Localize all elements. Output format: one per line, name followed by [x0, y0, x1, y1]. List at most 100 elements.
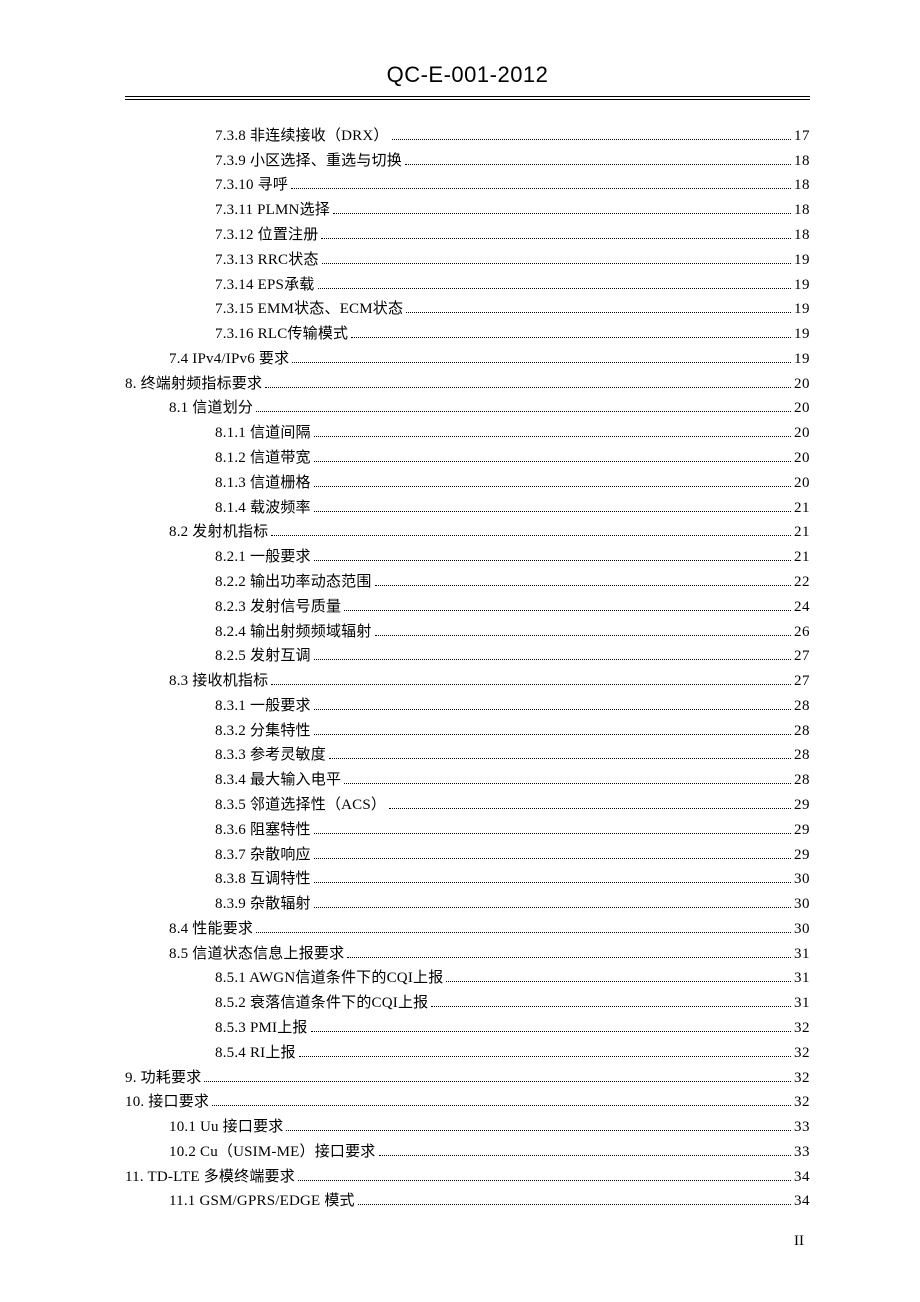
toc-entry: 8.3.3 参考灵敏度 28 — [215, 744, 810, 769]
toc-leader-dots — [344, 610, 791, 611]
toc-entry: 8.3.6 阻塞特性29 — [215, 818, 810, 843]
toc-entry-label: 8.1.2 信道带宽 — [215, 451, 311, 466]
toc-entry-label: 7.3.11 PLMN选择 — [215, 203, 330, 218]
toc-leader-dots — [314, 659, 791, 660]
toc-leader-dots — [321, 238, 791, 239]
toc-entry-page: 19 — [794, 302, 810, 317]
toc-entry: 8.5.4 RI上报32 — [215, 1041, 810, 1066]
toc-entry-page: 21 — [794, 525, 810, 540]
toc-leader-dots — [256, 932, 791, 933]
toc-entry-label: 10. 接口要求 — [125, 1095, 209, 1110]
toc-leader-dots — [379, 1155, 791, 1156]
toc-entry-label: 8.1.3 信道栅格 — [215, 476, 311, 491]
toc-entry: 8.1.1 信道间隔20 — [215, 421, 810, 446]
toc-leader-dots — [446, 981, 791, 982]
toc-leader-dots — [333, 213, 791, 214]
toc-entry-page: 19 — [794, 352, 810, 367]
toc-entry-page: 21 — [794, 550, 810, 565]
toc-entry: 8.3.1 一般要求 28 — [215, 694, 810, 719]
toc-leader-dots — [322, 263, 791, 264]
toc-entry-label: 8. 终端射频指标要求 — [125, 377, 262, 392]
toc-leader-dots — [314, 436, 791, 437]
toc-entry-page: 30 — [794, 922, 810, 937]
toc-entry: 7.3.15 EMM状态、ECM状态 19 — [215, 297, 810, 322]
toc-entry-page: 20 — [794, 476, 810, 491]
toc-entry: 9. 功耗要求32 — [125, 1066, 810, 1091]
toc-entry-page: 20 — [794, 377, 810, 392]
toc-entry: 7.3.12 位置注册18 — [215, 223, 810, 248]
toc-entry-page: 29 — [794, 823, 810, 838]
toc-entry-label: 7.3.15 EMM状态、ECM状态 — [215, 302, 403, 317]
toc-entry-page: 20 — [794, 401, 810, 416]
toc-entry: 8.3.5 邻道选择性（ACS）29 — [215, 793, 810, 818]
toc-entry-page: 20 — [794, 451, 810, 466]
toc-entry: 8.5 信道状态信息上报要求31 — [169, 942, 810, 967]
toc-entry-page: 33 — [794, 1145, 810, 1160]
toc-entry-label: 7.4 IPv4/IPv6 要求 — [169, 352, 289, 367]
toc-entry-page: 28 — [794, 699, 810, 714]
toc-leader-dots — [271, 684, 791, 685]
toc-entry-label: 8.5.1 AWGN信道条件下的CQI上报 — [215, 971, 443, 986]
toc-entry-page: 18 — [794, 228, 810, 243]
toc-leader-dots — [314, 709, 791, 710]
toc-entry-label: 7.3.16 RLC传输模式 — [215, 327, 348, 342]
toc-leader-dots — [389, 808, 791, 809]
document-header: QC-E-001-2012 — [125, 62, 810, 94]
toc-entry-page: 19 — [794, 278, 810, 293]
toc-entry-page: 18 — [794, 178, 810, 193]
toc-entry: 7.3.9 小区选择、重选与切换18 — [215, 149, 810, 174]
toc-entry-page: 26 — [794, 625, 810, 640]
toc-entry: 8.1.2 信道带宽 20 — [215, 446, 810, 471]
toc-entry-label: 7.3.10 寻呼 — [215, 178, 288, 193]
toc-entry-label: 8.1.4 载波频率 — [215, 501, 311, 516]
toc-entry-label: 7.3.14 EPS承载 — [215, 278, 315, 293]
toc-entry: 10.2 Cu（USIM-ME）接口要求33 — [169, 1140, 810, 1165]
toc-entry-label: 8.5 信道状态信息上报要求 — [169, 947, 344, 962]
page-number: II — [794, 1233, 804, 1250]
toc-entry: 8.3.4 最大输入电平28 — [215, 768, 810, 793]
toc-entry-page: 28 — [794, 748, 810, 763]
toc-entry: 7.3.8 非连续接收（DRX）17 — [215, 124, 810, 149]
toc-entry-label: 8.3.1 一般要求 — [215, 699, 311, 714]
toc-entry: 8.5.2 衰落信道条件下的CQI上报31 — [215, 991, 810, 1016]
toc-entry-label: 11. TD-LTE 多模终端要求 — [125, 1170, 295, 1185]
toc-leader-dots — [271, 535, 791, 536]
toc-entry: 7.3.11 PLMN选择18 — [215, 198, 810, 223]
toc-entry: 11. TD-LTE 多模终端要求34 — [125, 1165, 810, 1190]
toc-leader-dots — [318, 288, 792, 289]
toc-entry-page: 27 — [794, 649, 810, 664]
toc-leader-dots — [431, 1006, 791, 1007]
toc-entry-page: 29 — [794, 848, 810, 863]
toc-leader-dots — [314, 833, 791, 834]
toc-entry-page: 18 — [794, 154, 810, 169]
toc-entry-label: 8.2.1 一般要求 — [215, 550, 311, 565]
toc-entry-page: 28 — [794, 724, 810, 739]
toc-entry: 8.1.4 载波频率21 — [215, 496, 810, 521]
toc-leader-dots — [212, 1105, 791, 1106]
toc-entry-label: 8.3.5 邻道选择性（ACS） — [215, 798, 386, 813]
toc-entry-page: 32 — [794, 1095, 810, 1110]
toc-entry-label: 8.2.4 输出射频频域辐射 — [215, 625, 372, 640]
toc-entry-page: 32 — [794, 1021, 810, 1036]
toc-entry-page: 32 — [794, 1071, 810, 1086]
toc-leader-dots — [204, 1081, 791, 1082]
toc-entry: 7.3.13 RRC状态19 — [215, 248, 810, 273]
toc-entry-page: 30 — [794, 897, 810, 912]
toc-entry: 7.3.16 RLC传输模式19 — [215, 322, 810, 347]
toc-leader-dots — [406, 312, 791, 313]
toc-entry: 8.3.9 杂散辐射30 — [215, 892, 810, 917]
toc-entry-label: 7.3.13 RRC状态 — [215, 253, 319, 268]
toc-entry: 8.3 接收机指标27 — [169, 669, 810, 694]
document-page: QC-E-001-2012 7.3.8 非连续接收（DRX）177.3.9 小区… — [0, 0, 920, 1302]
toc-entry-page: 33 — [794, 1120, 810, 1135]
toc-entry-label: 8.3.7 杂散响应 — [215, 848, 311, 863]
toc-entry-label: 8.3.4 最大输入电平 — [215, 773, 341, 788]
toc-entry: 8.2.3 发射信号质量24 — [215, 595, 810, 620]
toc-entry: 8.2.1 一般要求 21 — [215, 545, 810, 570]
header-rule-bottom — [125, 99, 810, 100]
toc-entry: 8.4 性能要求30 — [169, 917, 810, 942]
toc-entry-label: 8.2.2 输出功率动态范围 — [215, 575, 372, 590]
toc-entry-label: 8.3.3 参考灵敏度 — [215, 748, 326, 763]
toc-entry-label: 8.1.1 信道间隔 — [215, 426, 311, 441]
toc-entry-label: 7.3.8 非连续接收（DRX） — [215, 129, 389, 144]
